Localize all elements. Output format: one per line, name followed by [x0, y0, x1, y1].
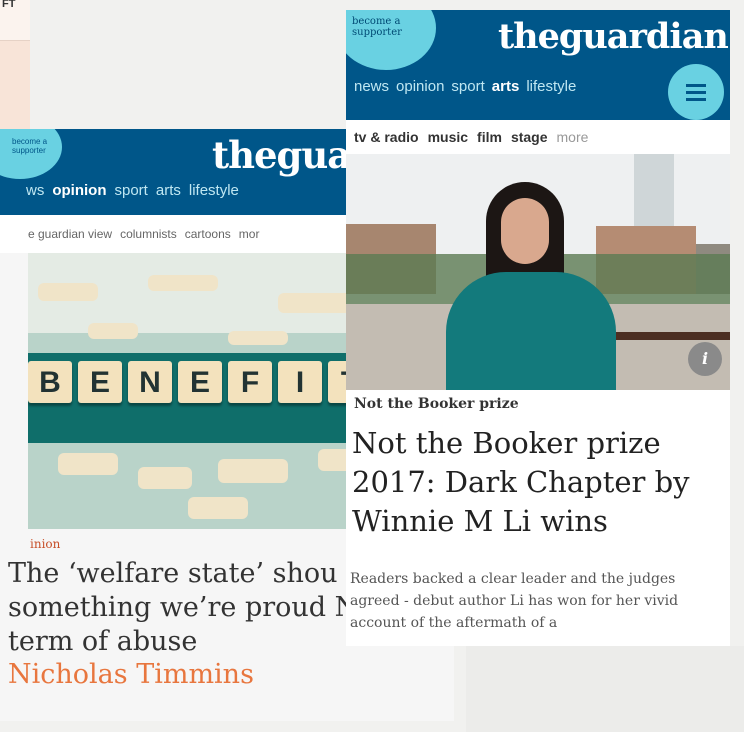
- badge-label: become a supporter: [352, 16, 402, 38]
- nav-item-opinion[interactable]: opinion: [396, 78, 444, 95]
- article-headline[interactable]: Not the Booker prize 2017: Dark Chapter …: [352, 424, 726, 541]
- article-image-portrait[interactable]: i: [346, 154, 730, 390]
- nav-item-news[interactable]: news: [354, 78, 389, 95]
- phone-shadow: [466, 646, 744, 732]
- badge-label: become a supporter: [12, 137, 48, 155]
- right-phone-screenshot: become a supporter theguardian news opin…: [346, 10, 730, 646]
- article-kicker[interactable]: Not the Booker prize: [354, 396, 519, 412]
- tile-letter: I: [278, 361, 322, 403]
- secondary-nav: tv & radio music film stage more: [346, 120, 730, 154]
- article-standfirst: Readers backed a clear leader and the ju…: [350, 571, 679, 631]
- guardian-header: become a supporter theguardian news opin…: [346, 10, 730, 120]
- nav-item-sport[interactable]: sport: [115, 182, 148, 214]
- subnav-stage[interactable]: stage: [511, 129, 548, 145]
- nav-item-arts[interactable]: arts: [156, 182, 181, 214]
- subnav-film[interactable]: film: [477, 129, 502, 145]
- primary-nav: news opinion sport arts lifestyle: [354, 78, 576, 95]
- subnav-music[interactable]: music: [428, 129, 468, 145]
- guardian-logo[interactable]: theguardian: [498, 16, 729, 57]
- scrabble-tiles: B E N E F I T: [28, 361, 372, 403]
- article-kicker[interactable]: inion: [30, 537, 60, 551]
- tile-letter: E: [178, 361, 222, 403]
- tile-letter: B: [28, 361, 72, 403]
- tile-letter: E: [78, 361, 122, 403]
- subnav-guardian-view[interactable]: e guardian view: [28, 227, 112, 241]
- subnav-columnists[interactable]: columnists: [120, 227, 177, 241]
- subnav-cartoons[interactable]: cartoons: [185, 227, 231, 241]
- subnav-more[interactable]: mor: [239, 227, 260, 241]
- become-supporter-badge[interactable]: become a supporter: [0, 129, 62, 179]
- left-phone-header: FT: [0, 0, 30, 41]
- subnav-tv-radio[interactable]: tv & radio: [354, 129, 419, 145]
- become-supporter-badge[interactable]: become a supporter: [346, 10, 436, 70]
- subnav-more[interactable]: more: [557, 129, 589, 145]
- nav-item-opinion[interactable]: opinion: [52, 182, 106, 214]
- image-info-icon[interactable]: i: [688, 342, 722, 376]
- tile-letter: N: [128, 361, 172, 403]
- tile-letter: F: [228, 361, 272, 403]
- article-byline[interactable]: Nicholas Timmins: [8, 659, 254, 690]
- nav-item-arts[interactable]: arts: [492, 78, 520, 95]
- left-phone-label: FT: [2, 0, 16, 10]
- nav-item-lifestyle[interactable]: lifestyle: [526, 78, 576, 95]
- nav-item-news[interactable]: ws: [26, 182, 44, 214]
- nav-item-sport[interactable]: sport: [451, 78, 484, 95]
- hamburger-icon[interactable]: [668, 64, 724, 120]
- nav-item-lifestyle[interactable]: lifestyle: [189, 182, 239, 214]
